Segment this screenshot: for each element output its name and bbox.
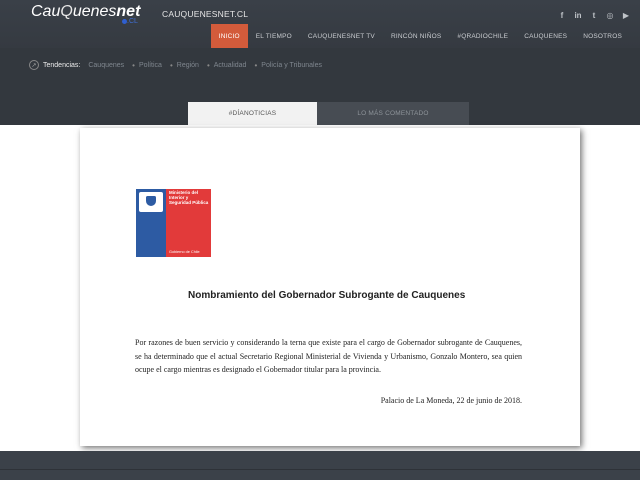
nav-item-el-tiempo[interactable]: EL TIEMPO	[248, 24, 300, 48]
logo-text-2: Q	[60, 3, 73, 20]
trend-icon: ↗	[29, 60, 39, 70]
ministry-logo-red: Ministerio del Interior y Seguridad Públ…	[166, 189, 211, 257]
top-header: CauQuenesnet .CL CAUQUENESNET.CL f in t …	[0, 0, 640, 48]
nav-item-qradiochile[interactable]: #QRADIOCHILE	[449, 24, 516, 48]
ministry-logo-blue	[136, 189, 166, 257]
ministry-logo: Ministerio del Interior y Seguridad Públ…	[136, 189, 211, 257]
chile-shield-icon	[139, 192, 163, 212]
document-title: Nombramiento del Gobernador Subrogante d…	[188, 290, 466, 301]
logo-suffix: .CL	[127, 18, 138, 25]
nav-item-nosotros[interactable]: NOSOTROS	[575, 24, 630, 48]
trend-separator: •	[254, 60, 258, 70]
trends-label: Tendencias:	[43, 61, 81, 69]
tab-dianoticias[interactable]: #DÍANOTICIAS	[188, 102, 317, 125]
instagram-icon[interactable]: ◎	[606, 11, 614, 20]
trend-item-region[interactable]: Región	[177, 62, 199, 69]
document-body: Por razones de buen servicio y considera…	[135, 338, 522, 374]
government-label: Gobierno de Chile	[169, 250, 200, 254]
trend-separator: •	[206, 60, 210, 70]
tab-lo-mas-comentado[interactable]: LO MÁS COMENTADO	[317, 102, 469, 125]
site-logo[interactable]: CauQuenesnet .CL	[31, 3, 140, 27]
trend-item-policia-tribunales[interactable]: Policía y Tribunales	[261, 62, 322, 69]
trend-separator: •	[132, 60, 135, 70]
trend-item-actualidad[interactable]: Actualidad	[214, 62, 247, 69]
logo-text-3: uenes	[72, 3, 117, 20]
content-tabs: #DÍANOTICIAS LO MÁS COMENTADO	[188, 102, 469, 125]
social-links: f in t ◎ ▶	[558, 11, 630, 20]
nav-item-inicio[interactable]: INICIO	[210, 24, 248, 48]
trend-item-cauquenes[interactable]: Cauquenes	[88, 62, 124, 69]
trends-list: ↗ Tendencias: Cauquenes • Política • Reg…	[29, 60, 326, 70]
nav-item-cauquenesnet-tv[interactable]: CAUQUENESNET TV	[300, 24, 383, 48]
nav-item-rincon-ninos[interactable]: RINCÓN NIÑOS	[383, 24, 449, 48]
nav-item-cauquenes[interactable]: CAUQUENES	[516, 24, 575, 48]
main-nav: INICIO EL TIEMPO CAUQUENESNET TV RINCÓN …	[210, 24, 630, 48]
youtube-icon[interactable]: ▶	[622, 11, 630, 20]
trend-separator: •	[169, 60, 173, 70]
footer-divider	[0, 469, 640, 470]
twitter-icon[interactable]: t	[590, 11, 598, 20]
logo-text-1: Cau	[31, 3, 61, 20]
linkedin-icon[interactable]: in	[574, 11, 582, 20]
site-name[interactable]: CAUQUENESNET.CL	[162, 9, 248, 19]
facebook-icon[interactable]: f	[558, 11, 566, 20]
trend-item-politica[interactable]: Política	[139, 62, 162, 69]
document-signature: Palacio de La Moneda, 22 de junio de 201…	[380, 396, 522, 405]
ministry-name: Ministerio del Interior y Seguridad Públ…	[169, 190, 209, 205]
footer-bar	[0, 451, 640, 480]
